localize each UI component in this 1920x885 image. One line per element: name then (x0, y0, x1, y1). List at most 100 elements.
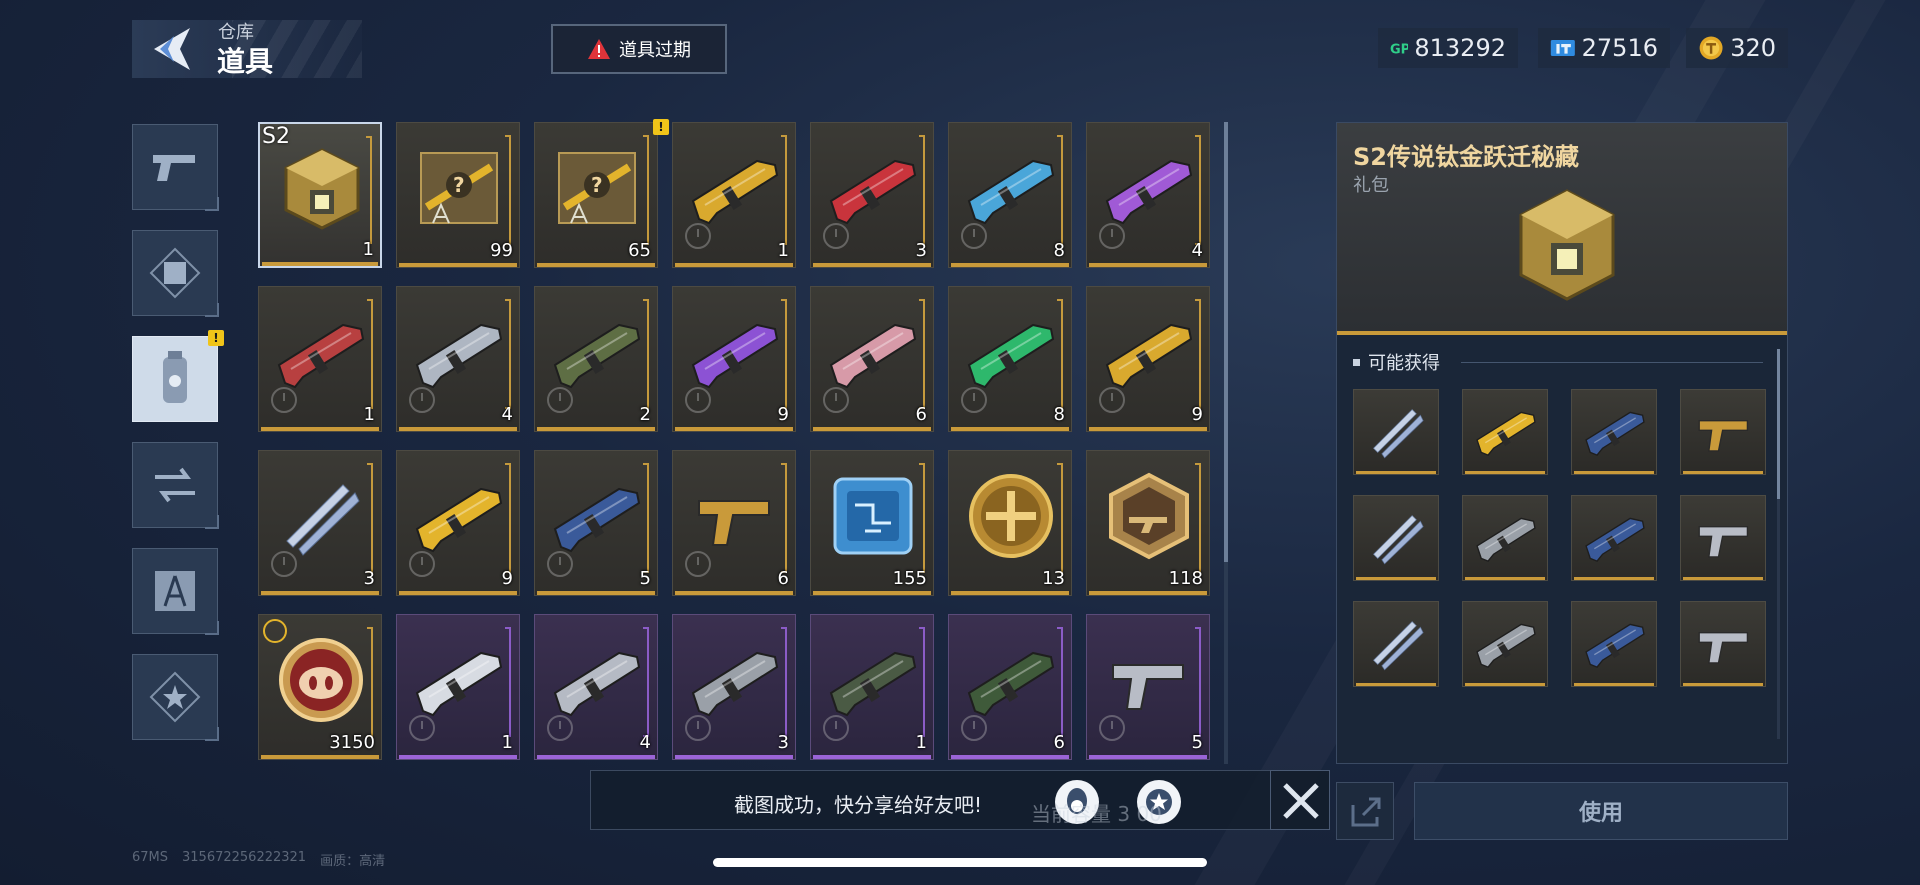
inventory-slot[interactable]: ? 99 (396, 122, 520, 268)
close-icon (1283, 783, 1319, 819)
ticket-value: 27516 (1581, 34, 1658, 62)
inventory-slot[interactable]: 5 (1086, 614, 1210, 760)
currency-gp: GP 813292 (1378, 28, 1518, 68)
back-button[interactable] (150, 24, 198, 74)
reward-slot[interactable] (1353, 601, 1439, 687)
share-button[interactable] (1336, 782, 1394, 840)
reward-slot[interactable] (1353, 389, 1439, 475)
svg-text:GP: GP (1390, 42, 1408, 57)
inventory-slot[interactable]: 1 (672, 122, 796, 268)
item-count: 2 (639, 404, 651, 425)
inventory-slot[interactable]: 4 (396, 286, 520, 432)
reward-slot[interactable] (1571, 495, 1657, 581)
inventory-slot[interactable]: 13 (948, 450, 1072, 596)
inventory-slot[interactable]: 9 (1086, 286, 1210, 432)
use-button[interactable]: 使用 (1414, 782, 1788, 840)
reward-slot[interactable] (1680, 495, 1766, 581)
rarity-bar (675, 427, 793, 431)
inventory-slot[interactable]: 3150 (258, 614, 382, 760)
timer-icon (547, 387, 573, 413)
inventory-slot[interactable]: 6 (810, 286, 934, 432)
item-count: 9 (1191, 404, 1203, 425)
toast-message: 截图成功，快分享给好友吧! (734, 793, 983, 817)
tab-favorites[interactable] (132, 654, 219, 741)
rarity-bar (399, 427, 517, 431)
rarity-bar (399, 263, 517, 267)
inventory-slot[interactable]: 5 (534, 450, 658, 596)
inventory-slot[interactable]: 118 (1086, 450, 1210, 596)
inventory-slot[interactable]: 1 (396, 614, 520, 760)
inventory-slot[interactable]: 4 (1086, 122, 1210, 268)
inventory-slot[interactable]: S2 1 (258, 122, 382, 268)
inventory-slot[interactable]: 3 (258, 450, 382, 596)
rarity-bar (1089, 427, 1207, 431)
launcher-green-icon (963, 635, 1059, 725)
reward-slot[interactable] (1571, 389, 1657, 475)
inventory-slot[interactable]: 6 (672, 450, 796, 596)
timer-icon (409, 551, 435, 577)
reward-slot[interactable] (1462, 495, 1548, 581)
compass-blueprint-icon (155, 571, 195, 611)
rarity-bar (1574, 471, 1654, 474)
close-toast-button[interactable] (1270, 770, 1330, 830)
inventory-slot[interactable]: 6 (948, 614, 1072, 760)
canister-icon (163, 351, 187, 403)
home-indicator[interactable] (713, 858, 1207, 867)
tab-items[interactable] (132, 336, 218, 422)
inventory-slot[interactable]: 155 (810, 450, 934, 596)
inventory-slot[interactable]: 8 (948, 122, 1072, 268)
inventory-slot[interactable]: 4 (534, 614, 658, 760)
reward-slot[interactable] (1571, 601, 1657, 687)
rifle-blueprint-icon (1471, 506, 1541, 568)
rarity-bar (951, 263, 1069, 267)
inventory-slot[interactable]: ? 65! (534, 119, 669, 268)
hex-weapon-badge-icon (1101, 471, 1197, 561)
rarity-bar (813, 427, 931, 431)
rewards-scrollbar[interactable] (1777, 349, 1780, 739)
rarity-bar (1089, 591, 1207, 595)
tab-transfer[interactable] (132, 442, 219, 529)
rarity-bar (813, 591, 931, 595)
ping-text: 67MS (132, 850, 169, 865)
rifle-navy-icon (549, 471, 645, 561)
inventory-slot[interactable]: 9 (672, 286, 796, 432)
timer-icon (961, 387, 987, 413)
rarity-bar (1356, 577, 1436, 580)
legendary-box-icon (274, 144, 370, 234)
coin-value: 320 (1730, 34, 1776, 62)
reward-slot[interactable] (1353, 495, 1439, 581)
inventory-slot[interactable]: 1 (258, 286, 382, 432)
smg-grey-icon (687, 635, 783, 725)
timer-icon (961, 715, 987, 741)
expire-items-label: 道具过期 (619, 40, 691, 61)
inventory-slot[interactable]: 3 (672, 614, 796, 760)
reward-slot[interactable] (1680, 601, 1766, 687)
item-count: 1 (915, 732, 927, 753)
detail-header: S2传说钛金跃迁秘藏 礼包 (1337, 123, 1787, 335)
tab-blueprints[interactable] (132, 548, 219, 635)
knives-icon (1362, 400, 1432, 462)
rarity-bar (537, 591, 655, 595)
back-arrow-icon (154, 28, 190, 70)
inventory-slot[interactable]: 3 (810, 122, 934, 268)
rarity-bar (1356, 471, 1436, 474)
rifle-navy-blueprint-icon (1580, 506, 1650, 568)
reward-slot[interactable] (1462, 389, 1548, 475)
tab-frames[interactable] (132, 230, 219, 317)
inventory-slot[interactable]: 8 (948, 286, 1072, 432)
inventory-slot[interactable]: 1 (810, 614, 934, 760)
grid-scrollbar[interactable] (1224, 122, 1228, 764)
blaster-blue-icon (963, 143, 1059, 233)
tab-weapons[interactable] (132, 124, 219, 211)
expire-items-button[interactable]: 道具过期 (551, 24, 727, 74)
item-count: 3 (363, 568, 375, 589)
reward-slot[interactable] (1462, 601, 1548, 687)
knives-blueprint-icon (1362, 506, 1432, 568)
inventory-slot[interactable]: 9 (396, 450, 520, 596)
svg-text:?: ? (591, 173, 603, 197)
rarity-bar (261, 427, 379, 431)
item-count: 155 (892, 568, 927, 589)
ticket-icon (1550, 39, 1575, 57)
reward-slot[interactable] (1680, 389, 1766, 475)
inventory-slot[interactable]: 2 (534, 286, 658, 432)
